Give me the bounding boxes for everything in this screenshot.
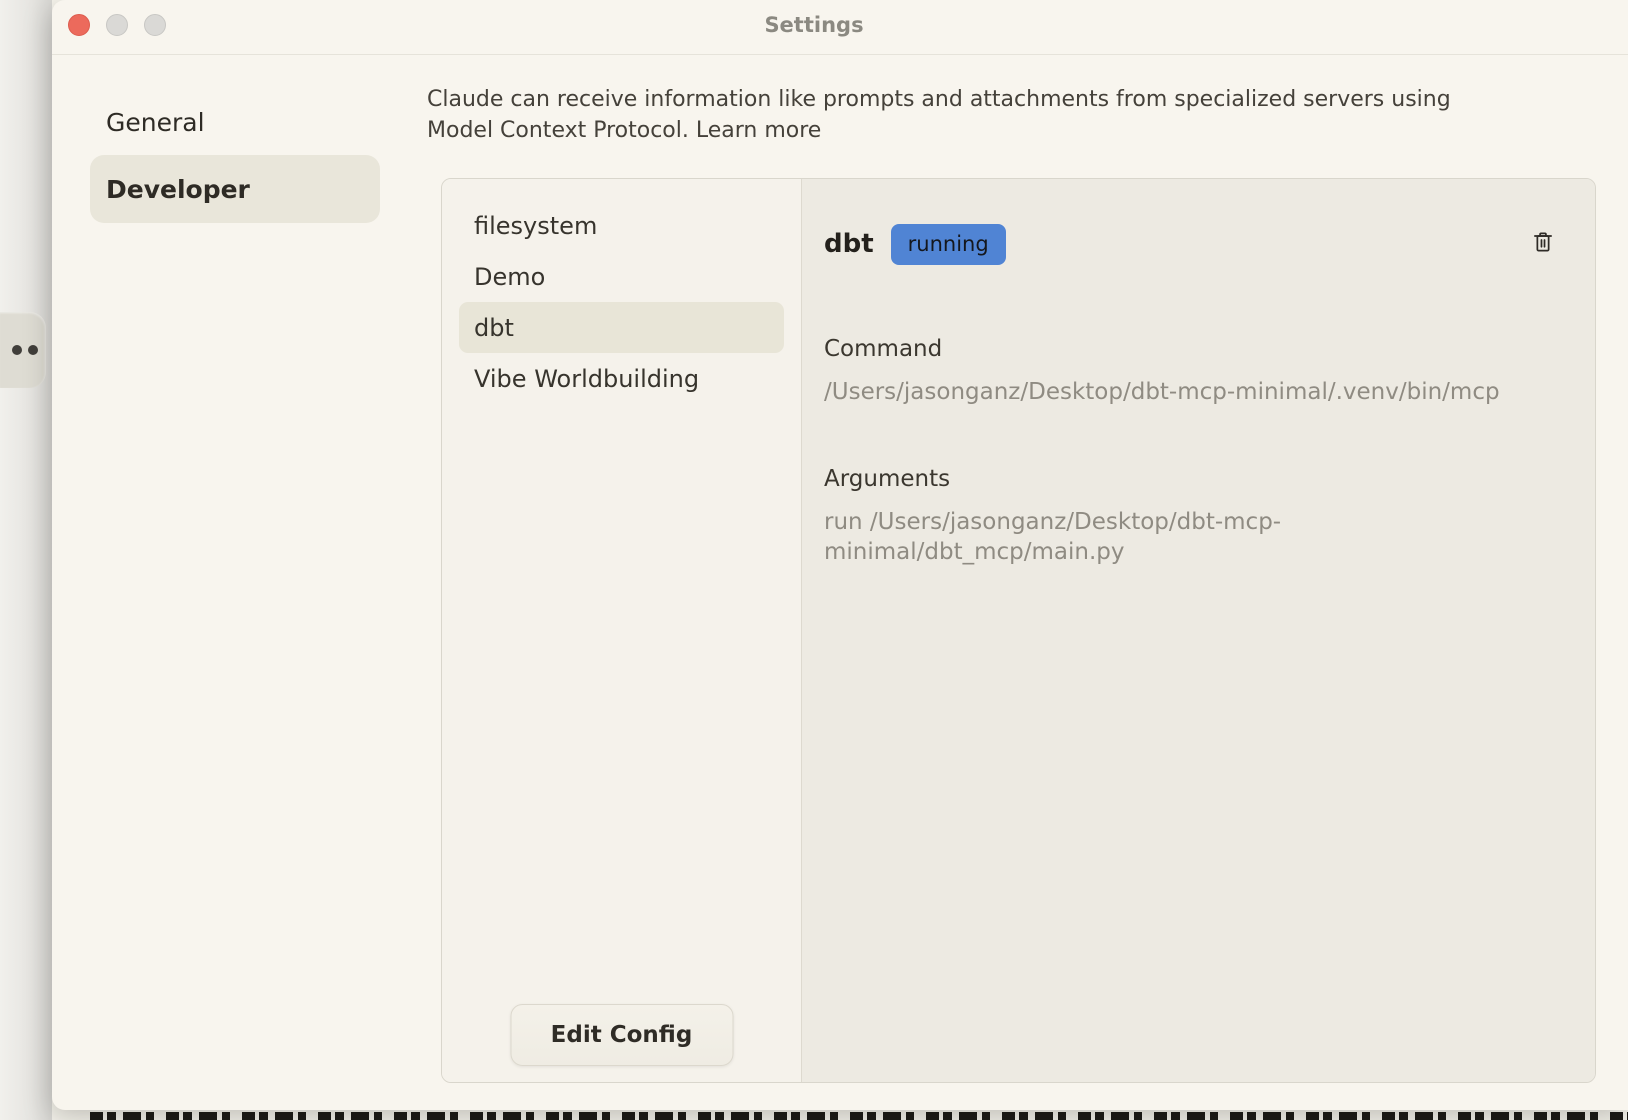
server-detail-pane: dbt running Command /Users/jasonganz/Des… <box>802 179 1595 1082</box>
settings-window: Settings General Developer Claude can re… <box>52 0 1628 1110</box>
description-text: Claude can receive information like prom… <box>427 87 1451 143</box>
server-list: filesystem Demo dbt Vibe Worldbuilding E… <box>442 179 802 1082</box>
titlebar[interactable]: Settings <box>52 0 1628 55</box>
mcp-description: Claude can receive information like prom… <box>427 84 1517 146</box>
status-badge: running <box>891 224 1006 265</box>
server-item-label: filesystem <box>474 212 597 240</box>
server-item-filesystem[interactable]: filesystem <box>459 200 784 251</box>
server-item-label: dbt <box>474 314 514 342</box>
sidebar-item-label: General <box>106 108 205 137</box>
server-item-label: Vibe Worldbuilding <box>474 365 699 393</box>
server-item-vibe-worldbuilding[interactable]: Vibe Worldbuilding <box>459 353 784 404</box>
server-detail-header: dbt running <box>824 223 1555 265</box>
server-item-dbt[interactable]: dbt <box>459 302 784 353</box>
server-name: dbt <box>824 229 874 259</box>
arguments-value: run /Users/jasonganz/Desktop/dbt-mcp-min… <box>824 507 1384 567</box>
dot-icon <box>12 345 22 355</box>
background-tab[interactable] <box>0 312 46 388</box>
dot-icon <box>28 345 38 355</box>
command-value: /Users/jasonganz/Desktop/dbt-mcp-minimal… <box>824 377 1555 407</box>
edit-config-button[interactable]: Edit Config <box>510 1004 733 1066</box>
mcp-servers-panel: filesystem Demo dbt Vibe Worldbuilding E… <box>441 178 1596 1083</box>
command-label: Command <box>824 335 1555 363</box>
arguments-label: Arguments <box>824 465 1555 493</box>
sidebar-item-general[interactable]: General <box>90 89 380 155</box>
sidebar-item-label: Developer <box>106 175 250 204</box>
trash-icon <box>1530 229 1556 255</box>
window-title: Settings <box>52 13 1576 37</box>
background-app-strip <box>0 0 52 1120</box>
delete-server-button[interactable] <box>1527 227 1559 259</box>
learn-more-link[interactable]: Learn more <box>696 118 821 143</box>
sidebar-item-developer[interactable]: Developer <box>90 155 380 223</box>
clipped-background-text <box>90 1112 1628 1120</box>
server-item-label: Demo <box>474 263 545 291</box>
server-item-demo[interactable]: Demo <box>459 251 784 302</box>
